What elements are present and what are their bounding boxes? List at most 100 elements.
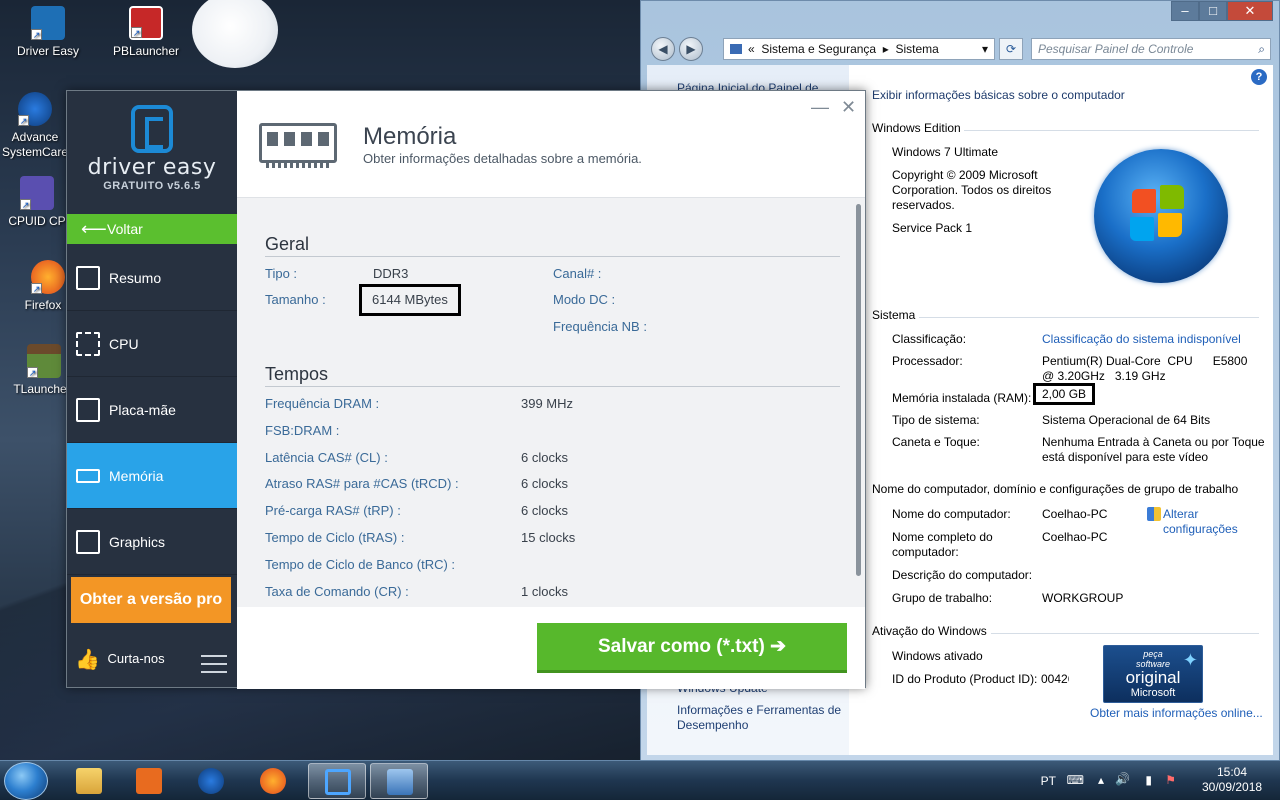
search-input[interactable]: Pesquisar Painel de Controle ⌕ bbox=[1031, 38, 1271, 60]
navigation-bar: ◀ ▶ « Sistema e Segurança ▸ Sistema ▾ ⟳ … bbox=[641, 33, 1279, 63]
page-subtitle: Obter informações detalhadas sobre a mem… bbox=[363, 151, 642, 166]
taskbar-advanced-systemcare[interactable] bbox=[182, 763, 240, 799]
sidebar-link-performance[interactable]: Informações e Ferramentas de Desempenho bbox=[677, 703, 842, 733]
chevron-down-icon[interactable]: ▾ bbox=[982, 39, 988, 59]
timing-value: 1 clocks bbox=[521, 583, 568, 599]
description-label: Descrição do computador: bbox=[892, 568, 1033, 582]
tipo-value: DDR3 bbox=[373, 266, 409, 281]
rating-link[interactable]: Classificação do sistema indisponível bbox=[1042, 332, 1241, 347]
page-title: Memória bbox=[363, 123, 457, 150]
driver-easy-logo-icon bbox=[131, 105, 173, 153]
like-button[interactable]: 👍 Curta-nos bbox=[75, 646, 165, 673]
refresh-icon[interactable]: ⟳ bbox=[999, 38, 1023, 60]
timing-label: FSB:DRAM : bbox=[265, 422, 340, 438]
more-info-link[interactable]: Obter mais informações online... bbox=[1090, 706, 1263, 721]
scrollbar[interactable] bbox=[856, 204, 861, 576]
minimize-button[interactable]: — bbox=[811, 97, 829, 118]
badge-text: Microsoft bbox=[1130, 687, 1176, 699]
timing-label: Tempo de Ciclo (tRAS) : bbox=[265, 530, 405, 545]
flag-yellow bbox=[1158, 213, 1182, 237]
system-icon bbox=[387, 769, 413, 795]
sidebar-item-placa-mae[interactable]: Placa-mãe bbox=[67, 377, 237, 443]
taskbar-firefox[interactable] bbox=[244, 763, 302, 799]
breadcrumb-item[interactable]: Sistema bbox=[895, 42, 938, 56]
divider bbox=[265, 386, 840, 387]
desktop-icon-cpuid[interactable]: ↗ CPUID CP bbox=[4, 176, 70, 228]
section-title: Ativação do Windows bbox=[872, 624, 987, 638]
badge-text: original bbox=[1125, 668, 1181, 687]
address-bar[interactable]: « Sistema e Segurança ▸ Sistema ▾ bbox=[723, 38, 995, 60]
timing-value: 6 clocks bbox=[521, 503, 568, 519]
close-button[interactable]: ✕ bbox=[1227, 1, 1273, 21]
sidebar-item-memoria[interactable]: Memória bbox=[67, 443, 237, 509]
clock[interactable]: 15:04 30/09/2018 bbox=[1202, 765, 1262, 795]
summary-icon bbox=[76, 266, 100, 290]
close-button[interactable]: ✕ bbox=[841, 97, 856, 118]
processor-value: Pentium(R) Dual-Core CPU E5800 @ 3.20GHz… bbox=[1042, 354, 1255, 383]
minimize-button[interactable]: – bbox=[1171, 1, 1199, 21]
divider bbox=[964, 130, 1259, 131]
canal-label: Canal# : bbox=[553, 266, 602, 281]
desktop-icon-advanced-systemcare[interactable]: ↗ Advance SystemCare bbox=[0, 92, 70, 160]
computer-name-value: Coelhao-PC bbox=[1042, 507, 1108, 521]
titlebar: – □ ✕ bbox=[641, 1, 1279, 33]
divider bbox=[919, 317, 1259, 318]
back-arrow-icon[interactable]: ◀ bbox=[651, 37, 675, 61]
desktop-icon-pblauncher[interactable]: ↗ PBLauncher bbox=[106, 6, 186, 58]
menu-icon[interactable] bbox=[201, 655, 227, 679]
like-label: Curta-nos bbox=[107, 651, 165, 666]
taskbar-explorer[interactable] bbox=[60, 763, 118, 799]
arrow-up-icon[interactable]: ▴ bbox=[1098, 773, 1104, 787]
ram-label: Memória instalada (RAM): bbox=[892, 391, 1032, 405]
footer: Salvar como (*.txt) ➔ bbox=[237, 607, 865, 689]
brand-name: driver easy bbox=[87, 155, 217, 180]
taskbar-media-player[interactable] bbox=[120, 763, 178, 799]
workgroup-value: WORKGROUP bbox=[1042, 591, 1124, 605]
driver-easy-icon bbox=[325, 769, 351, 795]
workgroup-label: Grupo de trabalho: bbox=[892, 591, 993, 605]
driver-easy-window: driver easy GRATUITO v5.6.5 ⟵ Voltar Res… bbox=[66, 90, 866, 689]
maximize-button[interactable]: □ bbox=[1199, 1, 1227, 21]
memory-details: Geral Tipo : DDR3 Tamanho : 6144 MBytes … bbox=[237, 197, 865, 607]
language-indicator[interactable]: PT bbox=[1041, 774, 1056, 788]
system-type-label: Tipo de sistema: bbox=[892, 413, 980, 427]
full-name-label: Nome completo do computador: bbox=[892, 530, 993, 559]
sidebar-item-resumo[interactable]: Resumo bbox=[67, 245, 237, 311]
search-icon[interactable]: ⌕ bbox=[1258, 39, 1265, 59]
sidebar-item-graphics[interactable]: Graphics bbox=[67, 509, 237, 575]
section-title: Sistema bbox=[872, 308, 916, 322]
timing-value: 6 clocks bbox=[521, 476, 568, 492]
network-icon[interactable]: ▮ bbox=[1145, 773, 1152, 787]
cpuid-icon: ↗ bbox=[20, 176, 54, 210]
version-label: GRATUITO v5.6.5 bbox=[103, 180, 201, 192]
full-name-value: Coelhao-PC bbox=[1042, 530, 1108, 544]
breadcrumb-item[interactable]: Sistema e Segurança bbox=[761, 42, 876, 56]
taskbar-driver-easy[interactable] bbox=[308, 763, 366, 799]
desktop-icon-label: Driver Easy bbox=[16, 44, 79, 58]
ram-value: 2,00 GB bbox=[1033, 383, 1096, 405]
save-as-txt-button[interactable]: Salvar como (*.txt) ➔ bbox=[537, 623, 847, 673]
desktop-moon bbox=[192, 0, 278, 68]
windows-edition: Windows 7 Ultimate bbox=[892, 145, 999, 159]
forward-arrow-icon[interactable]: ▶ bbox=[679, 37, 703, 61]
alert-icon[interactable]: ⚑ bbox=[1165, 773, 1176, 787]
sidebar-item-label: Memória bbox=[109, 468, 164, 484]
keyboard-icon[interactable]: ⌨ bbox=[1067, 773, 1084, 787]
pblauncher-icon: ↗ bbox=[129, 6, 163, 40]
desktop-icon-driver-easy[interactable]: ↗ Driver Easy bbox=[8, 6, 88, 58]
help-icon[interactable]: ? bbox=[1251, 69, 1267, 85]
volume-icon[interactable]: 🔊 bbox=[1115, 772, 1130, 786]
breadcrumb-arrow: ▸ bbox=[882, 42, 889, 56]
motherboard-icon bbox=[76, 398, 100, 422]
sidebar-item-cpu[interactable]: CPU bbox=[67, 311, 237, 377]
computer-name-label: Nome do computador: bbox=[892, 507, 1011, 521]
change-settings-link[interactable]: Alterar configurações bbox=[1163, 507, 1253, 537]
get-pro-button[interactable]: Obter a versão pro bbox=[71, 577, 231, 623]
back-button[interactable]: ⟵ Voltar bbox=[67, 214, 237, 244]
timing-value: 399 MHz bbox=[521, 396, 574, 411]
frequencia-nb-label: Frequência NB : bbox=[553, 319, 647, 334]
thumbs-up-icon: 👍 bbox=[75, 649, 100, 671]
start-button[interactable] bbox=[4, 762, 48, 800]
taskbar-control-panel[interactable] bbox=[370, 763, 428, 799]
section-title-tempos: Tempos bbox=[265, 364, 329, 384]
